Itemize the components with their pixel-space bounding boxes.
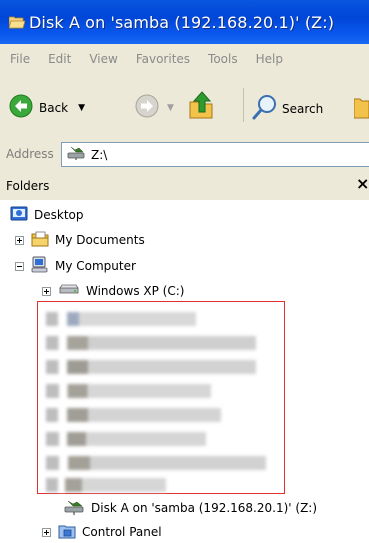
back-label: Back	[39, 100, 69, 115]
redacted-row	[46, 432, 206, 446]
up-folder-button[interactable]	[188, 90, 216, 123]
expand-icon[interactable]	[42, 527, 51, 537]
back-dropdown-icon[interactable]: ▼	[78, 103, 85, 113]
redacted-row	[46, 456, 266, 470]
expand-icon[interactable]	[15, 235, 24, 245]
network-drive-icon	[63, 499, 85, 518]
tree-item-desktop[interactable]: Desktop	[10, 205, 84, 225]
menu-bar: File Edit View Favorites Tools Help	[0, 44, 369, 75]
window-title: Disk A on 'samba (192.168.20.1)' (Z:)	[29, 12, 335, 32]
forward-arrow-icon	[135, 94, 159, 121]
menu-view[interactable]: View	[89, 52, 117, 66]
redacted-row	[46, 360, 256, 374]
forward-dropdown-icon[interactable]: ▼	[167, 103, 174, 113]
address-label: Address	[6, 147, 54, 161]
menu-file[interactable]: File	[10, 52, 30, 66]
tree-label: My Computer	[55, 259, 136, 273]
folders-button[interactable]	[353, 94, 369, 123]
expand-icon[interactable]	[42, 286, 51, 296]
tree-label: Windows XP (C:)	[86, 284, 185, 298]
tree-item-windows-xp-c[interactable]: Windows XP (C:)	[42, 281, 184, 301]
search-icon	[252, 94, 278, 123]
tree-label: Control Panel	[82, 525, 162, 539]
redacted-row	[46, 384, 211, 398]
network-drive-icon	[67, 146, 87, 163]
hard-drive-icon	[58, 284, 80, 299]
folder-tree: Desktop My Documents My Computer Windows…	[0, 200, 369, 541]
close-icon[interactable]: ×	[356, 174, 369, 193]
title-bar[interactable]: Disk A on 'samba (192.168.20.1)' (Z:)	[0, 0, 369, 44]
tree-item-my-documents[interactable]: My Documents	[15, 230, 145, 250]
tree-label: My Documents	[55, 233, 145, 247]
control-panel-icon	[58, 522, 76, 543]
folder-icon	[8, 15, 26, 29]
tree-item-control-panel[interactable]: Control Panel	[42, 522, 162, 542]
redacted-row	[46, 408, 221, 422]
folders-title: Folders	[6, 179, 50, 193]
tree-item-my-computer[interactable]: My Computer	[15, 256, 136, 276]
menu-tools[interactable]: Tools	[208, 52, 238, 66]
search-label: Search	[282, 101, 324, 116]
up-folder-icon	[188, 90, 216, 123]
back-button[interactable]: Back ▼	[9, 94, 85, 121]
redacted-row	[46, 336, 256, 350]
toolbar: Back ▼ ▼ Search	[0, 74, 369, 139]
folders-icon	[353, 94, 369, 123]
menu-favorites[interactable]: Favorites	[136, 52, 190, 66]
address-bar: Address Z:\	[0, 138, 369, 173]
tree-item-disk-a-z[interactable]: Disk A on 'samba (192.168.20.1)' (Z:)	[63, 498, 317, 518]
forward-button[interactable]: ▼	[135, 94, 174, 121]
address-value: Z:\	[91, 147, 108, 162]
my-documents-icon	[31, 231, 49, 250]
back-arrow-icon	[9, 94, 33, 121]
redacted-row	[46, 478, 166, 492]
tree-label: Disk A on 'samba (192.168.20.1)' (Z:)	[91, 501, 318, 515]
menu-help[interactable]: Help	[256, 52, 283, 66]
address-input[interactable]: Z:\	[61, 142, 369, 167]
desktop-icon	[10, 206, 28, 225]
collapse-icon[interactable]	[15, 261, 24, 271]
folders-pane-header: Folders ×	[0, 172, 369, 201]
my-computer-icon	[31, 256, 49, 277]
search-button[interactable]: Search	[252, 94, 323, 123]
menu-edit[interactable]: Edit	[48, 52, 71, 66]
toolbar-separator	[243, 88, 244, 122]
redacted-region	[37, 301, 285, 494]
tree-label: Desktop	[34, 208, 84, 222]
redacted-row	[46, 312, 196, 326]
